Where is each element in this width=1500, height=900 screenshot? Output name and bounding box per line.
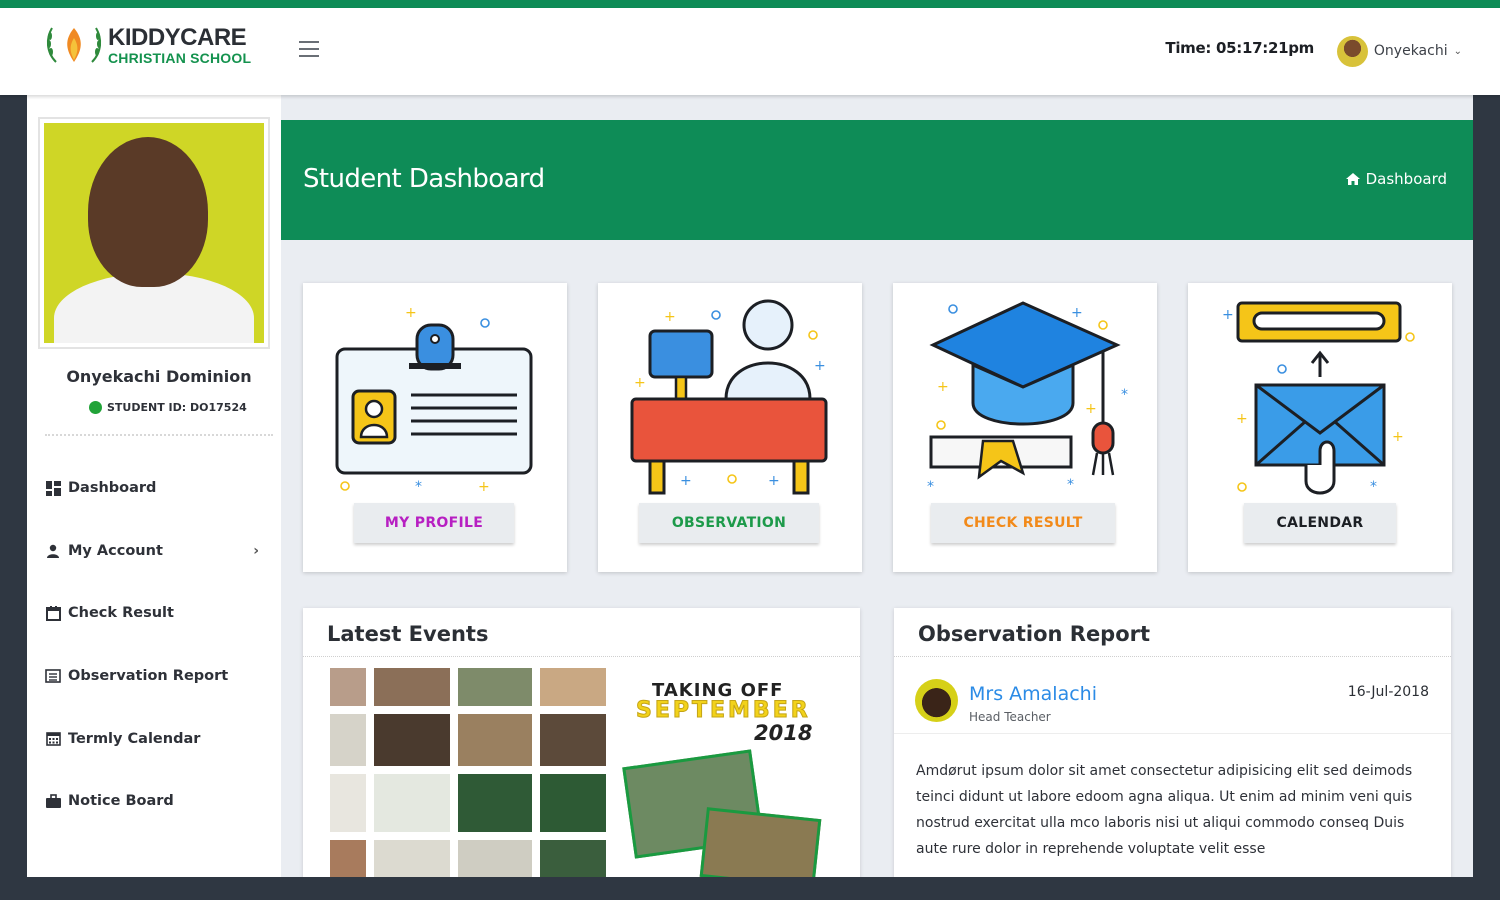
id-badge-icon: + * +: [335, 305, 533, 495]
top-header: KIDDYCARE CHRISTIAN SCHOOL Time: 05:17:2…: [0, 8, 1500, 95]
sidebar-item-notice-board[interactable]: Notice Board: [27, 770, 281, 833]
svg-text:+: +: [664, 309, 676, 325]
panel-divider: [894, 656, 1451, 657]
observation-report-title: Observation Report: [918, 622, 1151, 646]
online-status-icon: [89, 401, 102, 414]
calendar-card[interactable]: + + + * CALENDAR: [1188, 283, 1452, 572]
user-icon: [45, 543, 61, 559]
teacher-name-link[interactable]: Mrs Amalachi: [969, 683, 1097, 705]
svg-text:*: *: [1370, 479, 1377, 495]
user-menu[interactable]: Onyekachi ⌄: [1336, 35, 1462, 67]
sidebar-item-label: Dashboard: [68, 480, 157, 497]
user-name: Onyekachi: [1373, 43, 1448, 59]
calendar-check-icon: [45, 605, 61, 621]
latest-events-panel: Latest Events TAKING OFF SEPTEMBER 2018: [303, 608, 860, 877]
sidebar-item-termly-calendar[interactable]: Termly Calendar: [27, 707, 281, 770]
breadcrumb[interactable]: Dashboard: [1345, 170, 1447, 188]
laurel-flame-icon: [46, 27, 102, 63]
sidebar-item-my-account[interactable]: My Account ›: [27, 520, 281, 583]
hamburger-icon[interactable]: [299, 41, 319, 57]
svg-text:+: +: [1085, 401, 1097, 417]
current-time: Time: 05:17:21pm: [1165, 39, 1314, 57]
svg-text:+: +: [405, 305, 417, 321]
svg-text:+: +: [937, 379, 949, 395]
student-id-label: STUDENT ID: DO17524: [107, 401, 247, 414]
panel-divider: [303, 656, 860, 657]
sidebar-item-label: Notice Board: [68, 793, 174, 810]
avatar: [915, 679, 958, 722]
svg-text:+: +: [478, 479, 490, 495]
observation-date: 16-Jul-2018: [1347, 684, 1429, 700]
page-banner: Student Dashboard Dashboard: [281, 120, 1473, 240]
teacher-role: Head Teacher: [969, 710, 1051, 724]
sidebar-item-dashboard[interactable]: Dashboard: [27, 457, 281, 520]
sidebar-item-label: Termly Calendar: [68, 730, 201, 747]
chevron-down-icon: ⌄: [1453, 45, 1462, 57]
sidebar-item-label: Observation Report: [68, 668, 229, 685]
logo-subtitle: CHRISTIAN SCHOOL: [108, 50, 252, 66]
svg-text:*: *: [927, 479, 934, 495]
latest-events-title: Latest Events: [327, 622, 489, 646]
graduation-cap-icon: + + * + * *: [927, 301, 1128, 495]
svg-text:+: +: [1392, 429, 1404, 445]
svg-text:+: +: [768, 473, 780, 489]
student-name: Onyekachi Dominion: [66, 367, 252, 386]
chevron-right-icon: ›: [253, 542, 259, 559]
svg-text:+: +: [1222, 307, 1234, 323]
svg-text:+: +: [1236, 411, 1248, 427]
observation-card[interactable]: + + + + + OBSERVATION: [598, 283, 862, 572]
poster-month: SEPTEMBER: [636, 698, 811, 724]
svg-text:*: *: [415, 479, 422, 495]
mail-calendar-icon: + + + *: [1222, 301, 1415, 495]
top-accent-stripe: [0, 0, 1500, 8]
calendar-button[interactable]: CALENDAR: [1244, 503, 1396, 543]
svg-text:+: +: [1071, 305, 1083, 321]
home-icon: [1345, 173, 1360, 185]
sidebar-item-observation-report[interactable]: Observation Report: [27, 645, 281, 708]
svg-text:*: *: [1067, 477, 1074, 493]
observation-text: Amdørut ipsum dolor sit amet consectetur…: [916, 763, 1413, 857]
svg-text:+: +: [680, 473, 692, 489]
student-photo: [38, 117, 270, 349]
check-result-card[interactable]: + + * + * * CHECK RESULT: [893, 283, 1157, 572]
school-logo[interactable]: KIDDYCARE CHRISTIAN SCHOOL: [44, 22, 264, 68]
avatar: [1336, 35, 1368, 67]
sidebar-item-label: Check Result: [68, 605, 174, 622]
observation-report-panel: Observation Report Mrs Amalachi Head Tea…: [894, 608, 1451, 877]
list-alt-icon: [45, 668, 61, 684]
page-bottom-bar: [0, 877, 1500, 900]
main-content: Student Dashboard Dashboard + * + MY PRO…: [281, 95, 1473, 877]
sidebar-item-check-result[interactable]: Check Result: [27, 582, 281, 645]
my-profile-button[interactable]: MY PROFILE: [354, 503, 514, 543]
poster-photo: [699, 807, 822, 877]
sidebar-item-label: My Account: [68, 542, 163, 559]
calendar-grid-icon: [45, 731, 61, 747]
svg-text:*: *: [1121, 387, 1128, 403]
sidebar-nav: Dashboard My Account › Check Result Obse…: [27, 457, 281, 833]
observation-button[interactable]: OBSERVATION: [639, 503, 819, 543]
poster-year: 2018: [754, 721, 813, 745]
check-result-button[interactable]: CHECK RESULT: [931, 503, 1115, 543]
briefcase-icon: [45, 793, 61, 809]
student-id: STUDENT ID: DO17524: [89, 401, 247, 414]
sidebar: Onyekachi Dominion STUDENT ID: DO17524 D…: [27, 95, 281, 877]
page-title: Student Dashboard: [303, 164, 545, 194]
sidebar-divider: [45, 434, 273, 436]
svg-text:+: +: [634, 375, 646, 391]
my-profile-card[interactable]: + * + MY PROFILE: [303, 283, 567, 572]
breadcrumb-label: Dashboard: [1365, 170, 1447, 188]
teacher-desk-icon: + + + + +: [630, 299, 828, 495]
logo-title: KIDDYCARE: [108, 24, 247, 51]
dashboard-grid-icon: [45, 480, 61, 496]
svg-text:+: +: [814, 358, 826, 374]
panel-divider: [894, 733, 1451, 734]
